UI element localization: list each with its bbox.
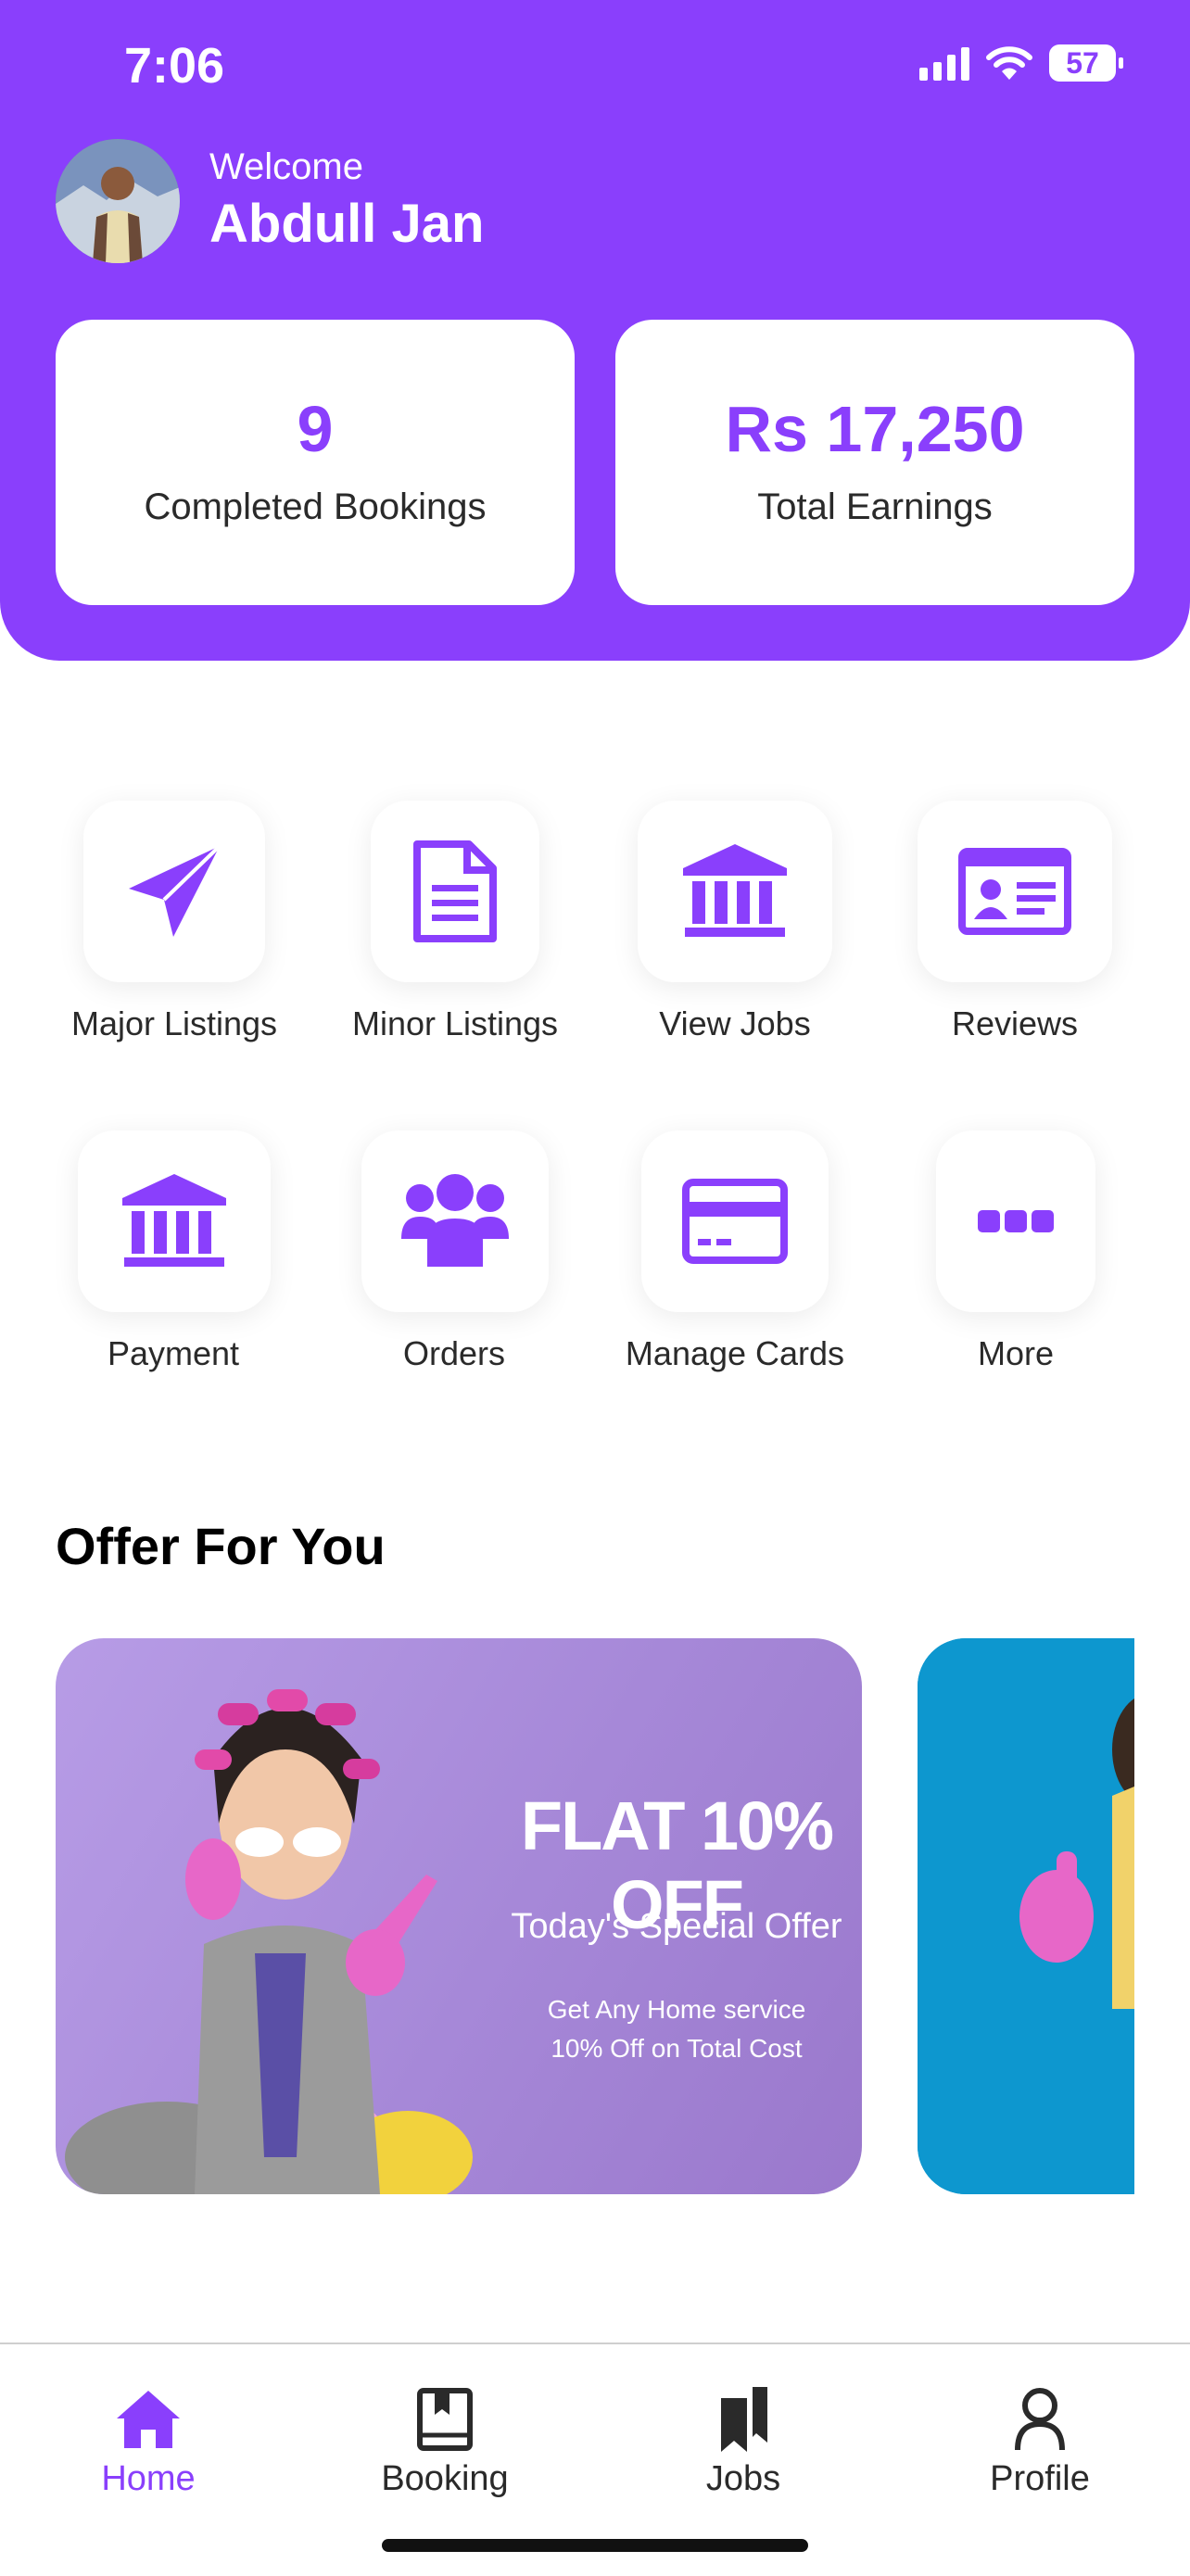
avatar[interactable] bbox=[56, 139, 180, 263]
completed-bookings-card[interactable]: 9 Completed Bookings bbox=[56, 320, 575, 605]
total-earnings-label: Total Earnings bbox=[757, 486, 993, 527]
book-icon bbox=[417, 2388, 473, 2451]
tab-label: Jobs bbox=[705, 2459, 781, 2498]
status-time: 7:06 bbox=[124, 38, 225, 94]
user-name: Abdull Jan bbox=[209, 194, 485, 254]
bank-icon bbox=[683, 844, 787, 937]
bank-icon bbox=[122, 1174, 226, 1267]
total-earnings-value: Rs 17,250 bbox=[725, 393, 1025, 465]
offer-subheadline: Today's Special Offer bbox=[511, 1907, 842, 1946]
user-icon bbox=[1015, 2388, 1065, 2451]
id-card-icon bbox=[958, 848, 1071, 935]
battery-icon: 57 bbox=[1049, 44, 1123, 82]
users-icon bbox=[401, 1174, 509, 1267]
completed-bookings-label: Completed Bookings bbox=[144, 486, 487, 527]
wifi-icon bbox=[986, 46, 1032, 80]
action-label: Manage Cards bbox=[625, 1334, 845, 1372]
more-dots-icon bbox=[978, 1210, 1054, 1232]
welcome-text: Welcome bbox=[209, 146, 363, 187]
offer-image bbox=[65, 1689, 473, 2194]
credit-card-icon bbox=[682, 1179, 788, 1264]
total-earnings-card[interactable]: Rs 17,250 Total Earnings bbox=[615, 320, 1134, 605]
action-label: More bbox=[977, 1334, 1055, 1372]
tab-label: Profile bbox=[990, 2459, 1090, 2498]
paper-plane-icon bbox=[129, 844, 222, 937]
completed-bookings-value: 9 bbox=[297, 393, 334, 465]
header: 7:06 57 Welcome Abdull Jan 9 Completed B… bbox=[0, 0, 1190, 661]
signal-icon bbox=[919, 45, 969, 81]
home-icon bbox=[117, 2391, 180, 2448]
document-icon bbox=[413, 840, 497, 942]
tab-label: Home bbox=[101, 2459, 196, 2498]
action-label: Orders bbox=[402, 1334, 506, 1372]
action-label: Major Listings bbox=[70, 1004, 278, 1042]
status-icons: 57 bbox=[919, 44, 1123, 82]
offers-title: Offer For You bbox=[56, 1517, 386, 1575]
action-label: Reviews bbox=[951, 1004, 1079, 1042]
offer-description: Get Any Home service 10% Off on Total Co… bbox=[547, 1995, 806, 2063]
action-label: Minor Listings bbox=[351, 1004, 559, 1042]
offer-card[interactable]: FLAT 10% OFF Today's Special Offer Get A… bbox=[56, 1638, 862, 2194]
bookmarks-icon bbox=[721, 2387, 767, 2452]
offer-card-2[interactable] bbox=[918, 1638, 1134, 2194]
offer-image bbox=[918, 1638, 1134, 2194]
home-indicator bbox=[382, 2539, 808, 2552]
tab-label: Booking bbox=[381, 2459, 509, 2498]
action-label: View Jobs bbox=[659, 1004, 811, 1042]
action-label: Payment bbox=[107, 1334, 240, 1372]
